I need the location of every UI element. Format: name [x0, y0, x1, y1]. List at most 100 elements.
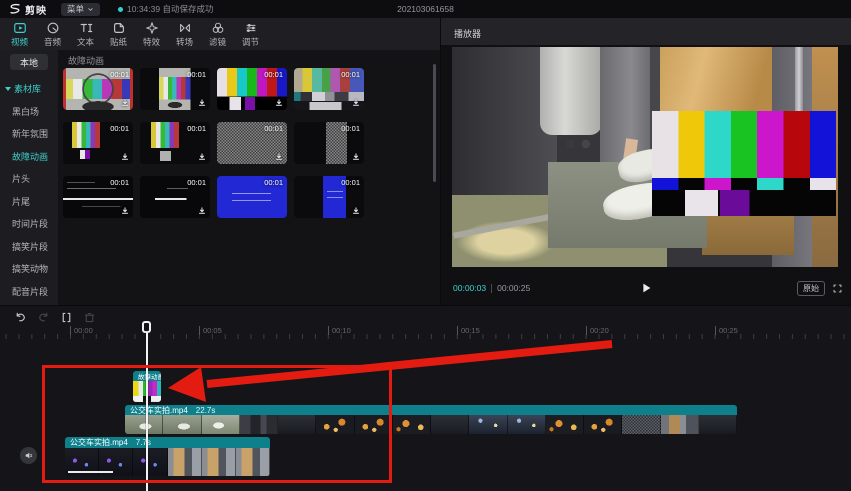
- sidebar-item-label: 时间片段: [12, 217, 48, 230]
- filmstrip-frame: [236, 448, 270, 476]
- sidebar-item[interactable]: 素材库: [12, 82, 58, 95]
- redo-button[interactable]: [37, 311, 50, 324]
- player-right-controls: 原始: [797, 281, 843, 296]
- download-icon[interactable]: [197, 98, 207, 108]
- sidebar-item[interactable]: 搞笑片段: [12, 240, 58, 253]
- media-item[interactable]: 00:01: [217, 68, 287, 110]
- media-item[interactable]: 00:01: [217, 176, 287, 218]
- ribbon-tab-icon: [211, 21, 225, 35]
- ruler-label: 00:15: [457, 326, 480, 335]
- menu-button[interactable]: 菜单: [61, 3, 100, 16]
- media-scrollbar[interactable]: [433, 64, 436, 182]
- ribbon-tab-icon: [178, 21, 192, 35]
- sidebar-item-local[interactable]: 本地: [10, 54, 48, 70]
- ribbon-tab-label: 贴纸: [110, 36, 127, 48]
- current-time: 00:00:03: [453, 283, 486, 293]
- filmstrip-frame: [133, 448, 167, 476]
- media-item[interactable]: 00:01: [140, 122, 210, 164]
- ribbon-tab-audio[interactable]: 音频: [39, 21, 66, 48]
- sidebar-item[interactable]: 黑白场: [12, 105, 58, 118]
- sidebar-item-label: 搞笑动物: [12, 262, 48, 275]
- media-duration-badge: 00:01: [110, 70, 129, 79]
- ribbon-tab-label: 视频: [11, 36, 28, 48]
- sidebar-category-list: 素材库 黑白场 新年氛围 故障动画 片头 片尾 时间片段 搞笑片段 搞笑动物 配…: [0, 78, 58, 298]
- media-duration-badge: 00:01: [341, 70, 360, 79]
- sidebar-item[interactable]: 搞笑动物: [12, 262, 58, 275]
- download-icon[interactable]: [351, 152, 361, 162]
- sidebar: 本地 素材库 黑白场 新年氛围 故障动画 片头 片尾 时间片段 搞笑片段 搞笑动…: [0, 50, 58, 305]
- filmstrip-frame: [202, 415, 240, 434]
- clip-header: 公交车实拍.mp4 22.7s: [125, 405, 737, 415]
- active-caret-icon: [5, 87, 11, 91]
- download-icon[interactable]: [351, 206, 361, 216]
- sidebar-item[interactable]: 片头: [12, 172, 58, 185]
- ribbon-tab-effects[interactable]: 特效: [138, 21, 165, 48]
- play-button[interactable]: [639, 281, 653, 295]
- media-item[interactable]: 00:01: [294, 122, 364, 164]
- media-section-title: 故障动画: [68, 54, 104, 67]
- media-grid: 00:01 00:01 00:01 00:01 00:01 00:01 00:0…: [63, 68, 364, 218]
- media-item[interactable]: 00:01: [217, 122, 287, 164]
- filmstrip-frame: [699, 415, 737, 434]
- ribbon-tab-sticker[interactable]: 贴纸: [105, 21, 132, 48]
- delete-button[interactable]: [83, 311, 96, 324]
- sidebar-item[interactable]: 故障动画: [12, 150, 58, 163]
- undo-button[interactable]: [14, 311, 27, 324]
- ribbon-tab-label: 调节: [242, 36, 259, 48]
- track-mute-button[interactable]: [20, 447, 37, 464]
- sidebar-item[interactable]: 配音片段: [12, 285, 58, 298]
- ribbon-tab-icon: [112, 21, 126, 35]
- ribbon-tabs: 视频 音频 文本 贴纸 特效 转场 滤镜 调节: [0, 18, 440, 50]
- filmstrip-frame: [125, 415, 163, 434]
- ribbon-tab-transition[interactable]: 转场: [171, 21, 198, 48]
- sidebar-item-label: 故障动画: [12, 150, 48, 163]
- media-item[interactable]: 00:01: [140, 68, 210, 110]
- preview-video: [452, 47, 838, 267]
- ribbon-tab-filter[interactable]: 滤镜: [204, 21, 231, 48]
- clip-name: 故障动画: [138, 371, 161, 381]
- media-item[interactable]: 00:01: [294, 176, 364, 218]
- media-item[interactable]: 00:01: [294, 68, 364, 110]
- ribbon-tab-text[interactable]: 文本: [72, 21, 99, 48]
- ribbon-tab-icon: [13, 21, 27, 35]
- media-item[interactable]: 00:01: [63, 68, 133, 110]
- media-duration-badge: 00:01: [110, 124, 129, 133]
- fade-indicator: [68, 471, 113, 473]
- split-button[interactable]: [60, 311, 73, 324]
- timeline-clip-main[interactable]: 公交车实拍.mp4 22.7s: [125, 405, 737, 434]
- ratio-button[interactable]: 原始: [797, 281, 825, 296]
- download-icon[interactable]: [197, 152, 207, 162]
- media-item[interactable]: 00:01: [140, 176, 210, 218]
- media-item[interactable]: 00:01: [63, 122, 133, 164]
- media-duration-badge: 00:01: [341, 124, 360, 133]
- timeline-ruler[interactable]: 00:0000:0500:1000:1500:2000:25: [0, 325, 851, 339]
- filmstrip-frame: [661, 415, 699, 434]
- time-separator: [491, 284, 492, 293]
- download-icon[interactable]: [120, 206, 130, 216]
- download-icon[interactable]: [274, 98, 284, 108]
- ruler-label: 00:05: [199, 326, 222, 335]
- download-icon[interactable]: [120, 152, 130, 162]
- download-icon[interactable]: [197, 206, 207, 216]
- filmstrip-frame: [546, 415, 584, 434]
- media-item[interactable]: 00:01: [63, 176, 133, 218]
- clip-duration: 22.7s: [196, 406, 216, 415]
- ribbon-tab-adjust[interactable]: 调节: [237, 21, 264, 48]
- sidebar-item[interactable]: 片尾: [12, 195, 58, 208]
- timeline-clip-lower[interactable]: 公交车实拍.mp4 7.7s: [65, 437, 270, 476]
- scene-cylinder: [540, 47, 602, 135]
- ruler-label: 00:20: [586, 326, 609, 335]
- timeline-clip-glitch[interactable]: 故障动画: [133, 371, 161, 402]
- colorbars-overlay: [652, 111, 836, 216]
- filmstrip-frame: [393, 415, 431, 434]
- time-display: 00:00:03 00:00:25: [453, 283, 530, 293]
- sidebar-item-label: 新年氛围: [12, 127, 48, 140]
- sidebar-item[interactable]: 时间片段: [12, 217, 58, 230]
- clip-duration: 7.7s: [136, 438, 151, 447]
- ribbon-tab-video[interactable]: 视频: [6, 21, 33, 48]
- fullscreen-icon[interactable]: [832, 283, 843, 294]
- download-icon[interactable]: [351, 98, 361, 108]
- download-icon[interactable]: [120, 98, 130, 108]
- download-icon[interactable]: [274, 152, 284, 162]
- sidebar-item[interactable]: 新年氛围: [12, 127, 58, 140]
